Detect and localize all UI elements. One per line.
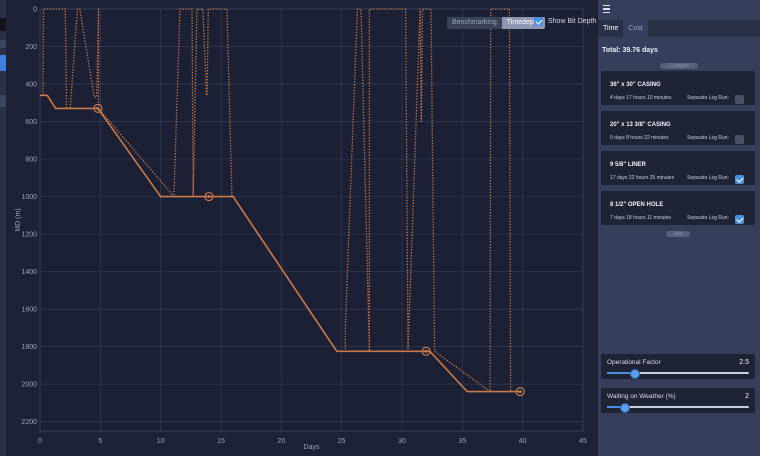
x-tick-label: 35 — [458, 438, 466, 445]
slider-track[interactable] — [607, 403, 749, 413]
x-tick-label: 5 — [98, 438, 102, 445]
section-title: 8 1/2" OPEN HOLE — [610, 202, 664, 208]
x-tick-label: 30 — [398, 438, 406, 445]
y-tick-label: 200 — [25, 44, 37, 51]
show-bit-depth-label: Show Bit Depth — [548, 18, 597, 25]
casing-point-dot — [518, 390, 522, 394]
show-bit-depth-checkbox[interactable] — [534, 17, 543, 26]
section-duration: 9 days 8 hours 22 minutes — [610, 135, 669, 141]
y-tick-label: 600 — [25, 119, 37, 126]
casing-point-dot — [207, 195, 211, 199]
slider-handle[interactable] — [629, 369, 640, 379]
slider-value: 2 — [745, 393, 749, 400]
slider-label: Operational Factor — [607, 359, 661, 366]
x-tick-label: 45 — [579, 438, 587, 445]
y-tick-label: 2000 — [21, 382, 37, 389]
panel-tabs: Time Cost — [598, 20, 760, 37]
separate-log-run-label: Separate Log Run: — [687, 95, 729, 101]
plot-area — [39, 8, 584, 432]
x-tick-label: 25 — [338, 438, 346, 445]
x-tick-label: 10 — [157, 438, 165, 445]
total-days: Total: 39.76 days — [602, 47, 658, 54]
section-duration: 7 days 18 hours 11 minutes — [610, 215, 672, 221]
section-title: 20" x 13 3/8" CASING — [610, 122, 671, 128]
tab-spacer — [647, 20, 760, 37]
y-axis-label: MD (m) — [15, 208, 22, 231]
separate-log-run-label: Separate Log Run: — [687, 175, 729, 181]
x-tick-label: 20 — [277, 438, 285, 445]
benchmarking-tab[interactable]: Benchmarking — [447, 17, 502, 29]
section-card: 8 1/2" OPEN HOLE 7 days 18 hours 11 minu… — [601, 191, 755, 225]
timedepth-chart: 0 5 10 15 20 25 30 35 40 45 0 200 400 600 800 1000 1200 1… — [6, 0, 598, 456]
section-card: 20" x 13 3/8" CASING 9 days 8 hours 22 m… — [601, 111, 755, 145]
y-tick-label: 0 — [33, 7, 37, 14]
y-tick-label: 400 — [25, 82, 37, 89]
separate-log-run-checkbox[interactable] — [735, 175, 744, 184]
x-tick-label: 15 — [217, 438, 225, 445]
section-duration: 4 days 17 hours 10 minutes — [610, 95, 672, 101]
chart-svg: 0 5 10 15 20 25 30 35 40 45 0 200 400 600 800 1000 1200 1… — [15, 7, 587, 452]
separate-log-run-label: Separate Log Run: — [687, 215, 729, 221]
y-tick-label: 1200 — [21, 232, 37, 239]
separate-log-run-checkbox[interactable] — [735, 135, 744, 144]
section-title: 9 5/8" LINER — [610, 162, 646, 168]
section-duration: 17 days 22 hours 25 minutes — [610, 175, 675, 181]
view-toggle[interactable]: Benchmarking Timedepth — [447, 17, 545, 29]
add-pill[interactable]: Add — [666, 231, 690, 237]
show-bit-depth-toggle[interactable]: Show Bit Depth — [534, 17, 596, 26]
x-axis-label: Days — [304, 444, 320, 451]
waiting-on-weather-slider-card: Waiting on Weather (%) 2 — [601, 388, 755, 413]
collapse-pill[interactable]: Collapse — [660, 63, 698, 69]
tab-time[interactable]: Time — [598, 20, 624, 37]
y-tick-label: 1800 — [21, 344, 37, 351]
y-tick-label: 2200 — [21, 419, 37, 426]
slider-value: 2.5 — [739, 359, 749, 366]
slider-handle[interactable] — [620, 403, 631, 413]
y-tick-label: 1400 — [21, 269, 37, 276]
y-tick-label: 1000 — [21, 194, 37, 201]
operational-factor-slider-card: Operational Factor 2.5 — [601, 354, 755, 379]
slider-track[interactable] — [607, 369, 749, 379]
casing-point-dot — [96, 106, 100, 110]
slider-label: Waiting on Weather (%) — [607, 393, 676, 400]
separate-log-run-checkbox[interactable] — [735, 215, 744, 224]
separate-log-run-checkbox[interactable] — [735, 95, 744, 104]
section-card: 9 5/8" LINER 17 days 22 hours 25 minutes… — [601, 151, 755, 185]
tab-cost[interactable]: Cost — [623, 20, 647, 37]
x-tick-label: 40 — [519, 438, 527, 445]
section-card: 36" x 30" CASING 4 days 17 hours 10 minu… — [601, 71, 755, 105]
y-tick-label: 1600 — [21, 307, 37, 314]
separate-log-run-label: Separate Log Run: — [687, 135, 729, 141]
section-title: 36" x 30" CASING — [610, 82, 661, 88]
y-tick-label: 800 — [25, 157, 37, 164]
menu-icon[interactable] — [603, 5, 610, 13]
settings-panel: Time Cost Total: 39.76 days Collapse 36"… — [598, 0, 760, 456]
casing-point-dot — [424, 349, 428, 353]
x-tick-label: 0 — [38, 438, 42, 445]
